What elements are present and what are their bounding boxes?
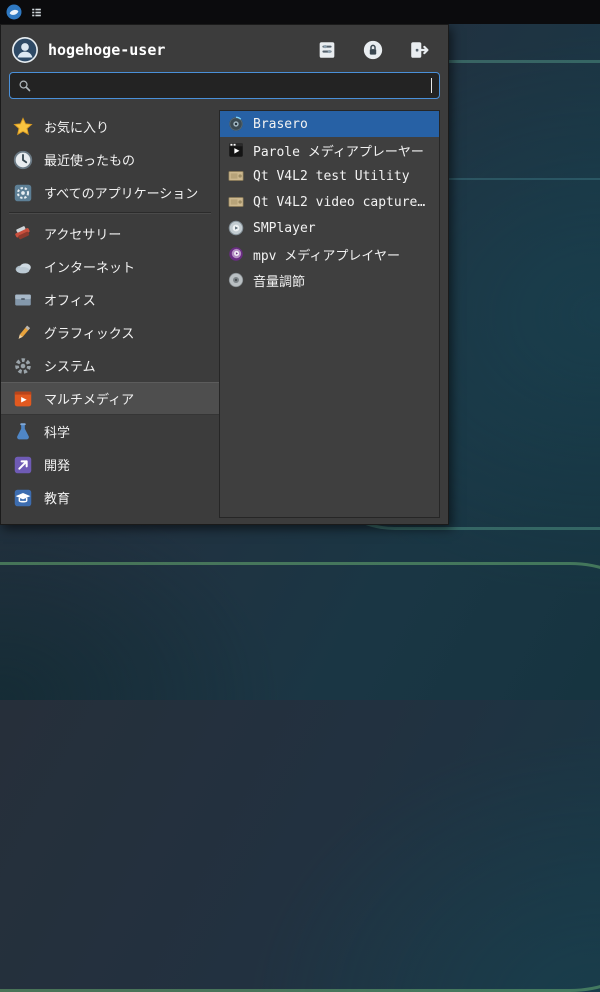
- internet-icon: [12, 256, 34, 278]
- category-label: お気に入り: [44, 117, 109, 136]
- app-item[interactable]: mpv メディアプレイヤー: [220, 241, 439, 267]
- app-label: mpv メディアプレイヤー: [253, 245, 400, 264]
- parole-icon: [227, 141, 245, 159]
- mpv-icon: [227, 245, 245, 263]
- category-label: 開発: [44, 455, 70, 474]
- app-label: Qt V4L2 test Utility: [253, 169, 410, 184]
- settings-icon: [316, 39, 338, 61]
- logout-icon: [408, 39, 430, 61]
- grid-icon: [12, 182, 34, 204]
- menu-header: hogehoge-user: [1, 25, 448, 69]
- app-label: 音量調節: [253, 271, 305, 290]
- system-icon: [12, 355, 34, 377]
- category-item[interactable]: システム: [1, 349, 219, 382]
- category-item[interactable]: すべてのアプリケーション: [1, 176, 219, 209]
- category-item[interactable]: グラフィックス: [1, 316, 219, 349]
- search-box[interactable]: [9, 72, 440, 99]
- category-item[interactable]: 教育: [1, 481, 219, 514]
- education-icon: [12, 487, 34, 509]
- category-item[interactable]: 科学: [1, 415, 219, 448]
- user-avatar-icon: [11, 36, 39, 64]
- text-caret: [431, 78, 432, 93]
- smplayer-icon: [227, 219, 245, 237]
- search-input[interactable]: [38, 78, 427, 93]
- desktop: { "panel": { "icons": [ {"name": "distri…: [0, 0, 600, 700]
- username: hogehoge-user: [48, 41, 307, 59]
- category-list: お気に入り最近使ったものすべてのアプリケーションアクセサリーインターネットオフィ…: [1, 110, 219, 524]
- lock-icon: [362, 39, 384, 61]
- development-icon: [12, 454, 34, 476]
- category-item[interactable]: オフィス: [1, 283, 219, 316]
- category-item[interactable]: 開発: [1, 448, 219, 481]
- menu-body: お気に入り最近使ったものすべてのアプリケーションアクセサリーインターネットオフィ…: [1, 105, 448, 524]
- category-separator: [9, 212, 211, 214]
- app-item[interactable]: SMPlayer: [220, 215, 439, 241]
- app-label: Brasero: [253, 117, 308, 132]
- category-label: オフィス: [44, 290, 96, 309]
- category-label: グラフィックス: [44, 323, 134, 342]
- window-list-icon[interactable]: [30, 6, 43, 19]
- category-label: 科学: [44, 422, 70, 441]
- app-label: SMPlayer: [253, 221, 316, 236]
- whisker-menu-button[interactable]: [5, 3, 23, 21]
- app-list: Brasero Parole メディアプレーヤー Qt V4L2 test Util…: [219, 110, 440, 518]
- multimedia-icon: [12, 388, 34, 410]
- science-icon: [12, 421, 34, 443]
- log-out-button[interactable]: [408, 39, 430, 61]
- qtv4l2-icon: [227, 193, 245, 211]
- app-item[interactable]: 音量調節: [220, 267, 439, 293]
- settings-button[interactable]: [316, 39, 338, 61]
- app-item[interactable]: Qt V4L2 video capture uti…: [220, 189, 439, 215]
- volume-icon: [227, 271, 245, 289]
- category-label: 最近使ったもの: [44, 150, 135, 169]
- star-icon: [12, 116, 34, 138]
- category-label: すべてのアプリケーション: [44, 183, 198, 202]
- app-item[interactable]: Parole メディアプレーヤー: [220, 137, 439, 163]
- wallpaper-outline-bottom: [0, 562, 600, 992]
- category-item[interactable]: インターネット: [1, 250, 219, 283]
- header-actions: [316, 39, 430, 61]
- app-label: Parole メディアプレーヤー: [253, 141, 424, 160]
- category-label: アクセサリー: [44, 224, 121, 243]
- graphics-icon: [12, 322, 34, 344]
- app-label: Qt V4L2 video capture uti…: [253, 195, 432, 210]
- accessories-icon: [12, 223, 34, 245]
- category-item[interactable]: 最近使ったもの: [1, 143, 219, 176]
- qtv4l2-icon: [227, 167, 245, 185]
- app-item[interactable]: Qt V4L2 test Utility: [220, 163, 439, 189]
- search-icon: [17, 78, 32, 93]
- category-label: マルチメディア: [44, 389, 134, 408]
- category-item[interactable]: マルチメディア: [1, 382, 219, 415]
- office-icon: [12, 289, 34, 311]
- lock-screen-button[interactable]: [362, 39, 384, 61]
- clock-icon: [12, 149, 34, 171]
- category-label: インターネット: [44, 257, 135, 276]
- application-menu: hogehoge-user お気に入り最近使ったものすべてのアプリケーションアク…: [0, 24, 449, 525]
- category-item[interactable]: お気に入り: [1, 110, 219, 143]
- category-label: システム: [44, 356, 96, 375]
- app-item[interactable]: Brasero: [220, 111, 439, 137]
- category-item[interactable]: アクセサリー: [1, 217, 219, 250]
- category-label: 教育: [44, 488, 70, 507]
- top-panel: [0, 0, 600, 24]
- brasero-icon: [227, 115, 245, 133]
